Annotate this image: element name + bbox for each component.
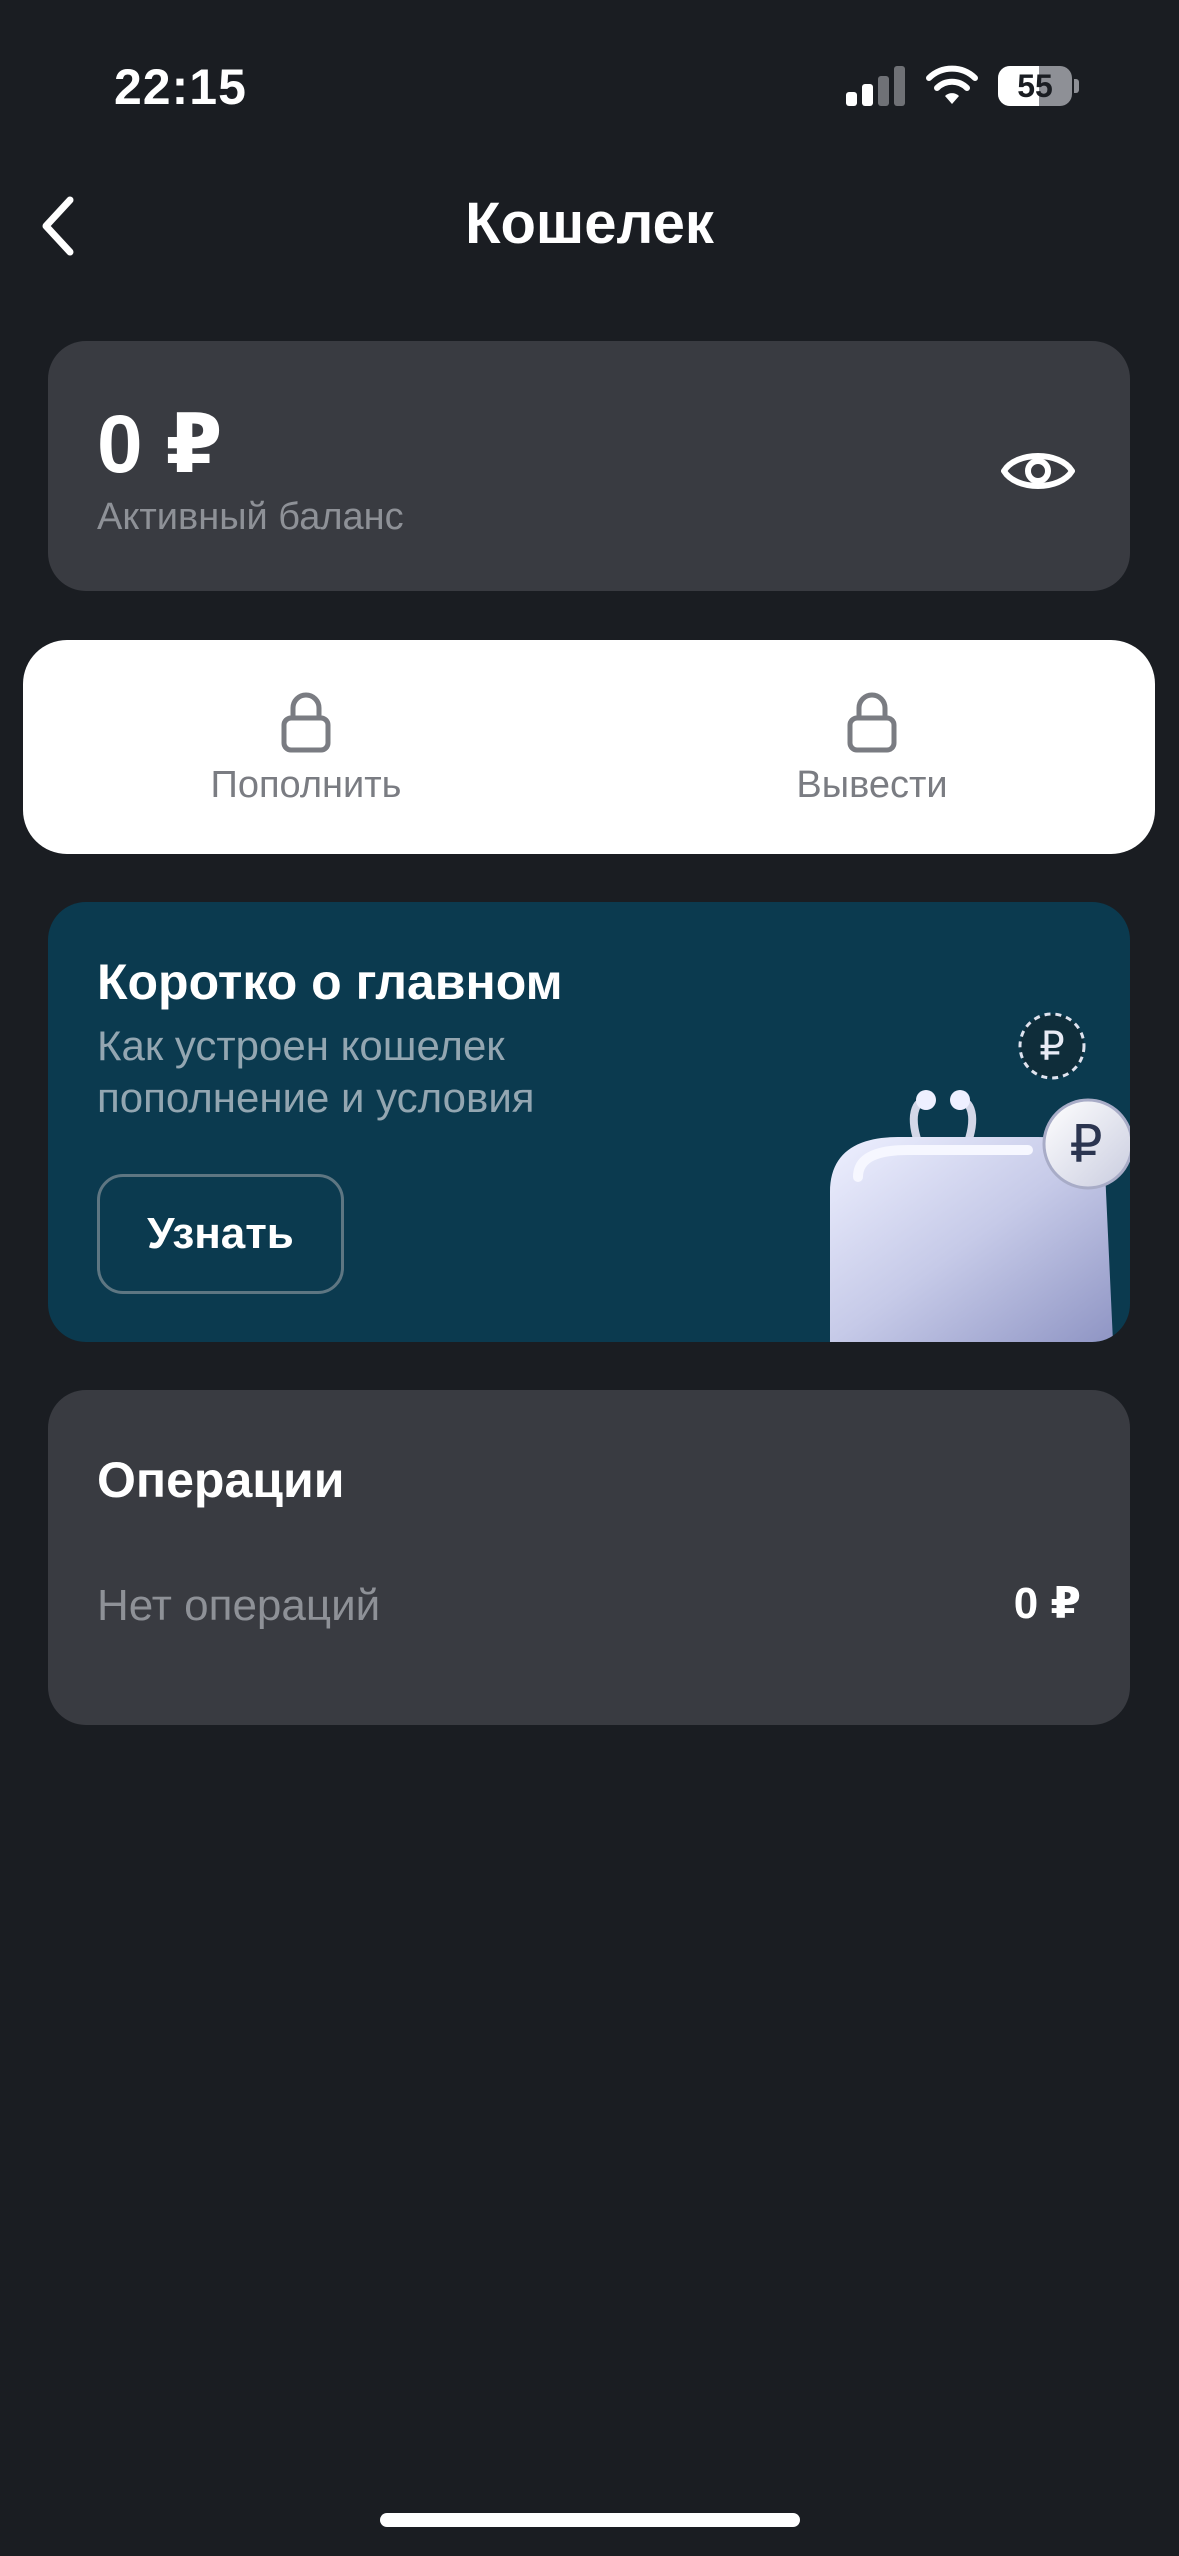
status-bar: 22:15 55 [0, 0, 1179, 150]
page-title: Кошелек [465, 191, 714, 256]
operations-title: Операции [97, 1452, 345, 1508]
top-up-button[interactable]: Пополнить [23, 640, 589, 854]
operations-card: Операции Нет операций 0 ₽ [48, 1390, 1130, 1725]
promo-title: Коротко о главном [97, 954, 563, 1010]
status-time: 22:15 [114, 59, 247, 115]
top-up-label: Пополнить [210, 764, 402, 806]
balance-card: 0 ₽ Активный баланс [48, 341, 1130, 591]
learn-more-button[interactable]: Узнать [97, 1174, 344, 1294]
home-indicator[interactable] [380, 2513, 800, 2527]
balance-label: Активный баланс [97, 496, 404, 538]
toggle-balance-visibility-button[interactable] [998, 431, 1078, 511]
lock-icon [847, 692, 897, 753]
promo-text: Как устроен кошелек пополнение и условия [97, 1022, 535, 1121]
wallet-actions: Пополнить Вывести [23, 640, 1155, 854]
withdraw-button[interactable]: Вывести [589, 640, 1155, 854]
signal-icon [846, 66, 906, 106]
balance-amount: 0 ₽ [97, 399, 223, 490]
battery-level: 55 [1017, 68, 1053, 104]
wallet-illustration: ₽ ₽ [830, 1012, 1130, 1342]
svg-text:₽: ₽ [1069, 1115, 1102, 1175]
promo-card[interactable]: Коротко о главном Как устроен кошелек по… [48, 902, 1130, 1342]
eye-icon [1001, 453, 1075, 489]
operations-total: 0 ₽ [1013, 1579, 1081, 1628]
wifi-icon [925, 64, 979, 106]
lock-icon [281, 692, 331, 753]
operations-empty-text: Нет операций [97, 1581, 381, 1630]
withdraw-label: Вывести [796, 764, 948, 806]
battery-icon: 55 [998, 66, 1079, 106]
svg-text:₽: ₽ [1039, 1024, 1064, 1070]
